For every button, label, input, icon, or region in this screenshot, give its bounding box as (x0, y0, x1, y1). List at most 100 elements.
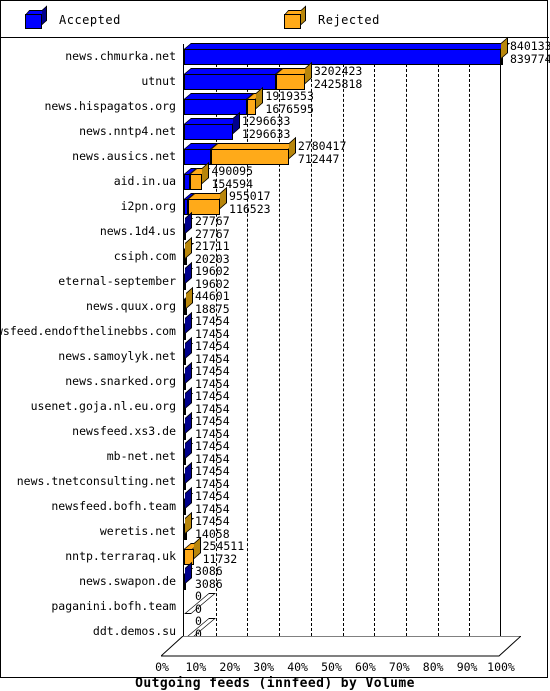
bar-value-labels: 17454 17454 (195, 490, 230, 515)
axis-base-3d (161, 636, 521, 662)
bar-segment-rejected (184, 549, 194, 565)
bar-row: newsfeed.xs3.de 17454 17454 (1, 411, 549, 444)
bar-value-labels: 17454 17454 (195, 315, 230, 340)
bar-row: news.1d4.us 27767 27767 (1, 211, 549, 244)
bar-value-total: 27767 (195, 214, 230, 228)
bar-value-total: 19602 (195, 264, 230, 278)
bar-value-labels: 490095 154594 (211, 165, 253, 190)
bar-value-total: 254511 (202, 539, 245, 553)
bar-value-total: 44601 (195, 289, 230, 303)
bar-container: 17454 17454 (184, 436, 501, 469)
bar-value-labels: 17454 17454 (195, 365, 230, 390)
bar-row: csiph.com 21711 20203 (1, 236, 549, 269)
stacked-bar (184, 261, 194, 290)
x-tick-label: 90% (456, 660, 478, 674)
bar-container: 254511 11732 (184, 536, 501, 569)
bar-value-labels: 00 (195, 590, 202, 615)
chart-frame: Accepted Rejected news.chmurka.net 840133… (0, 0, 550, 691)
bar-row-label: news.swapon.de (79, 574, 176, 588)
bar-side-face (185, 211, 193, 234)
x-tick-label: 50% (321, 660, 342, 674)
stacked-bar (184, 61, 312, 90)
stacked-bar (184, 336, 194, 365)
bar-value-labels: 3202423 2425818 (314, 65, 362, 90)
bar-row-label: csiph.com (113, 249, 176, 263)
bar-row-label: newsfeed.xs3.de (72, 424, 176, 438)
x-tick-label: 70% (388, 660, 410, 674)
bar-value-accepted: 8397746 (510, 51, 550, 66)
bar-row-label: news.ausics.net (72, 149, 176, 163)
stacked-bar (184, 593, 217, 615)
bar-value-labels: 17454 17454 (195, 465, 230, 490)
x-tick-label: 100% (487, 660, 515, 674)
bar-row: i2pn.org 955017 116523 (1, 186, 549, 219)
stacked-bar (184, 211, 194, 240)
bar-row-label: news.nntp4.net (79, 124, 176, 138)
bar-segment-rejected (275, 74, 305, 90)
bar-container: 3202423 2425818 (184, 61, 501, 94)
bar-value-total: 2780417 (297, 139, 347, 153)
bar-row-label: news.tnetconsulting.net (16, 474, 176, 488)
bar-row-label: eternal-september (58, 274, 176, 288)
bar-row-label: utnut (141, 74, 176, 88)
bar-top-accepted (184, 43, 509, 49)
bar-value-labels: 21711 20203 (195, 240, 230, 265)
bar-value-total: 17454 (195, 414, 230, 428)
bar-row: news.ausics.net 2780417 712447 (1, 136, 549, 169)
stacked-bar (184, 461, 194, 490)
bar-value-total: 1919353 (265, 89, 314, 103)
bar-row: news.snarked.org 17454 17454 (1, 361, 549, 394)
x-tick-label: 80% (422, 660, 444, 674)
x-tick-label: 20% (219, 660, 241, 674)
bar-container: 17454 17454 (184, 461, 501, 494)
bar-value-total: 17454 (195, 339, 230, 353)
stacked-bar (184, 86, 264, 115)
bar-value-labels: 17454 17454 (195, 440, 230, 465)
bar-value-accepted: 116523 (229, 201, 271, 216)
bar-row-label: news.hispagatos.org (44, 99, 176, 113)
bar-top-rejected (210, 143, 297, 149)
bar-side-face (220, 186, 228, 209)
bar-row-label: mb-net.net (106, 449, 176, 463)
bar-row: news.nntp4.net 1296633 1296633 (1, 111, 549, 144)
bar-value-labels: 17454 17454 (195, 340, 230, 365)
bar-row: newsfeed.endofthelinebbs.com 17454 17454 (0, 311, 549, 344)
bar-row: news.chmurka.net 84013388397746 (1, 36, 550, 69)
bar-container: 3086 3086 (184, 561, 501, 594)
bar-container: 17454 17454 (184, 411, 501, 444)
bar-value-labels: 955017 116523 (229, 190, 271, 215)
bar-row: eternal-september 19602 19602 (1, 261, 549, 294)
x-tick-label: 30% (253, 660, 275, 674)
bar-row-label: paganini.bofh.team (51, 599, 176, 613)
bar-row-label: usenet.goja.nl.eu.org (30, 399, 176, 413)
bar-top-accepted (184, 68, 283, 74)
bar-value-total: 0 (195, 589, 202, 603)
stacked-bar (184, 536, 201, 565)
bar-top-accepted (184, 93, 255, 99)
stacked-bar (184, 161, 210, 190)
legend-label-rejected: Rejected (318, 12, 380, 27)
bar-value-accepted: 1296633 (241, 126, 291, 141)
bar-value-total: 1296633 (241, 114, 291, 128)
bar-side-face (256, 86, 264, 109)
bar-top-accepted (184, 118, 241, 124)
bar-container: 1919353 1676595 (184, 86, 501, 119)
bar-row-label: news.samoylyk.net (58, 349, 176, 363)
stacked-bar (184, 386, 194, 415)
bar-container: 17454 17454 (184, 361, 501, 394)
bar-value-labels: 27767 27767 (195, 215, 230, 240)
bar-value-total: 17454 (195, 439, 230, 453)
bar-row: news.swapon.de 3086 3086 (1, 561, 549, 594)
bar-container: 19602 19602 (184, 261, 501, 294)
bar-row: news.quux.org 44601 18875 (1, 286, 549, 319)
bar-value-total: 17454 (195, 464, 230, 478)
bar-value-total: 17454 (195, 364, 230, 378)
x-tick-label: 60% (355, 660, 376, 674)
stacked-bar (184, 486, 194, 515)
bar-container: 17454 17454 (184, 336, 501, 369)
bar-value-labels: 17454 17454 (195, 415, 230, 440)
chart-title: Outgoing feeds (innfeed) by Volume (135, 676, 415, 691)
bar-container: 17454 17454 (184, 486, 501, 519)
bar-container: 17454 17454 (184, 386, 501, 419)
bar-row-label: news.snarked.org (65, 374, 176, 388)
